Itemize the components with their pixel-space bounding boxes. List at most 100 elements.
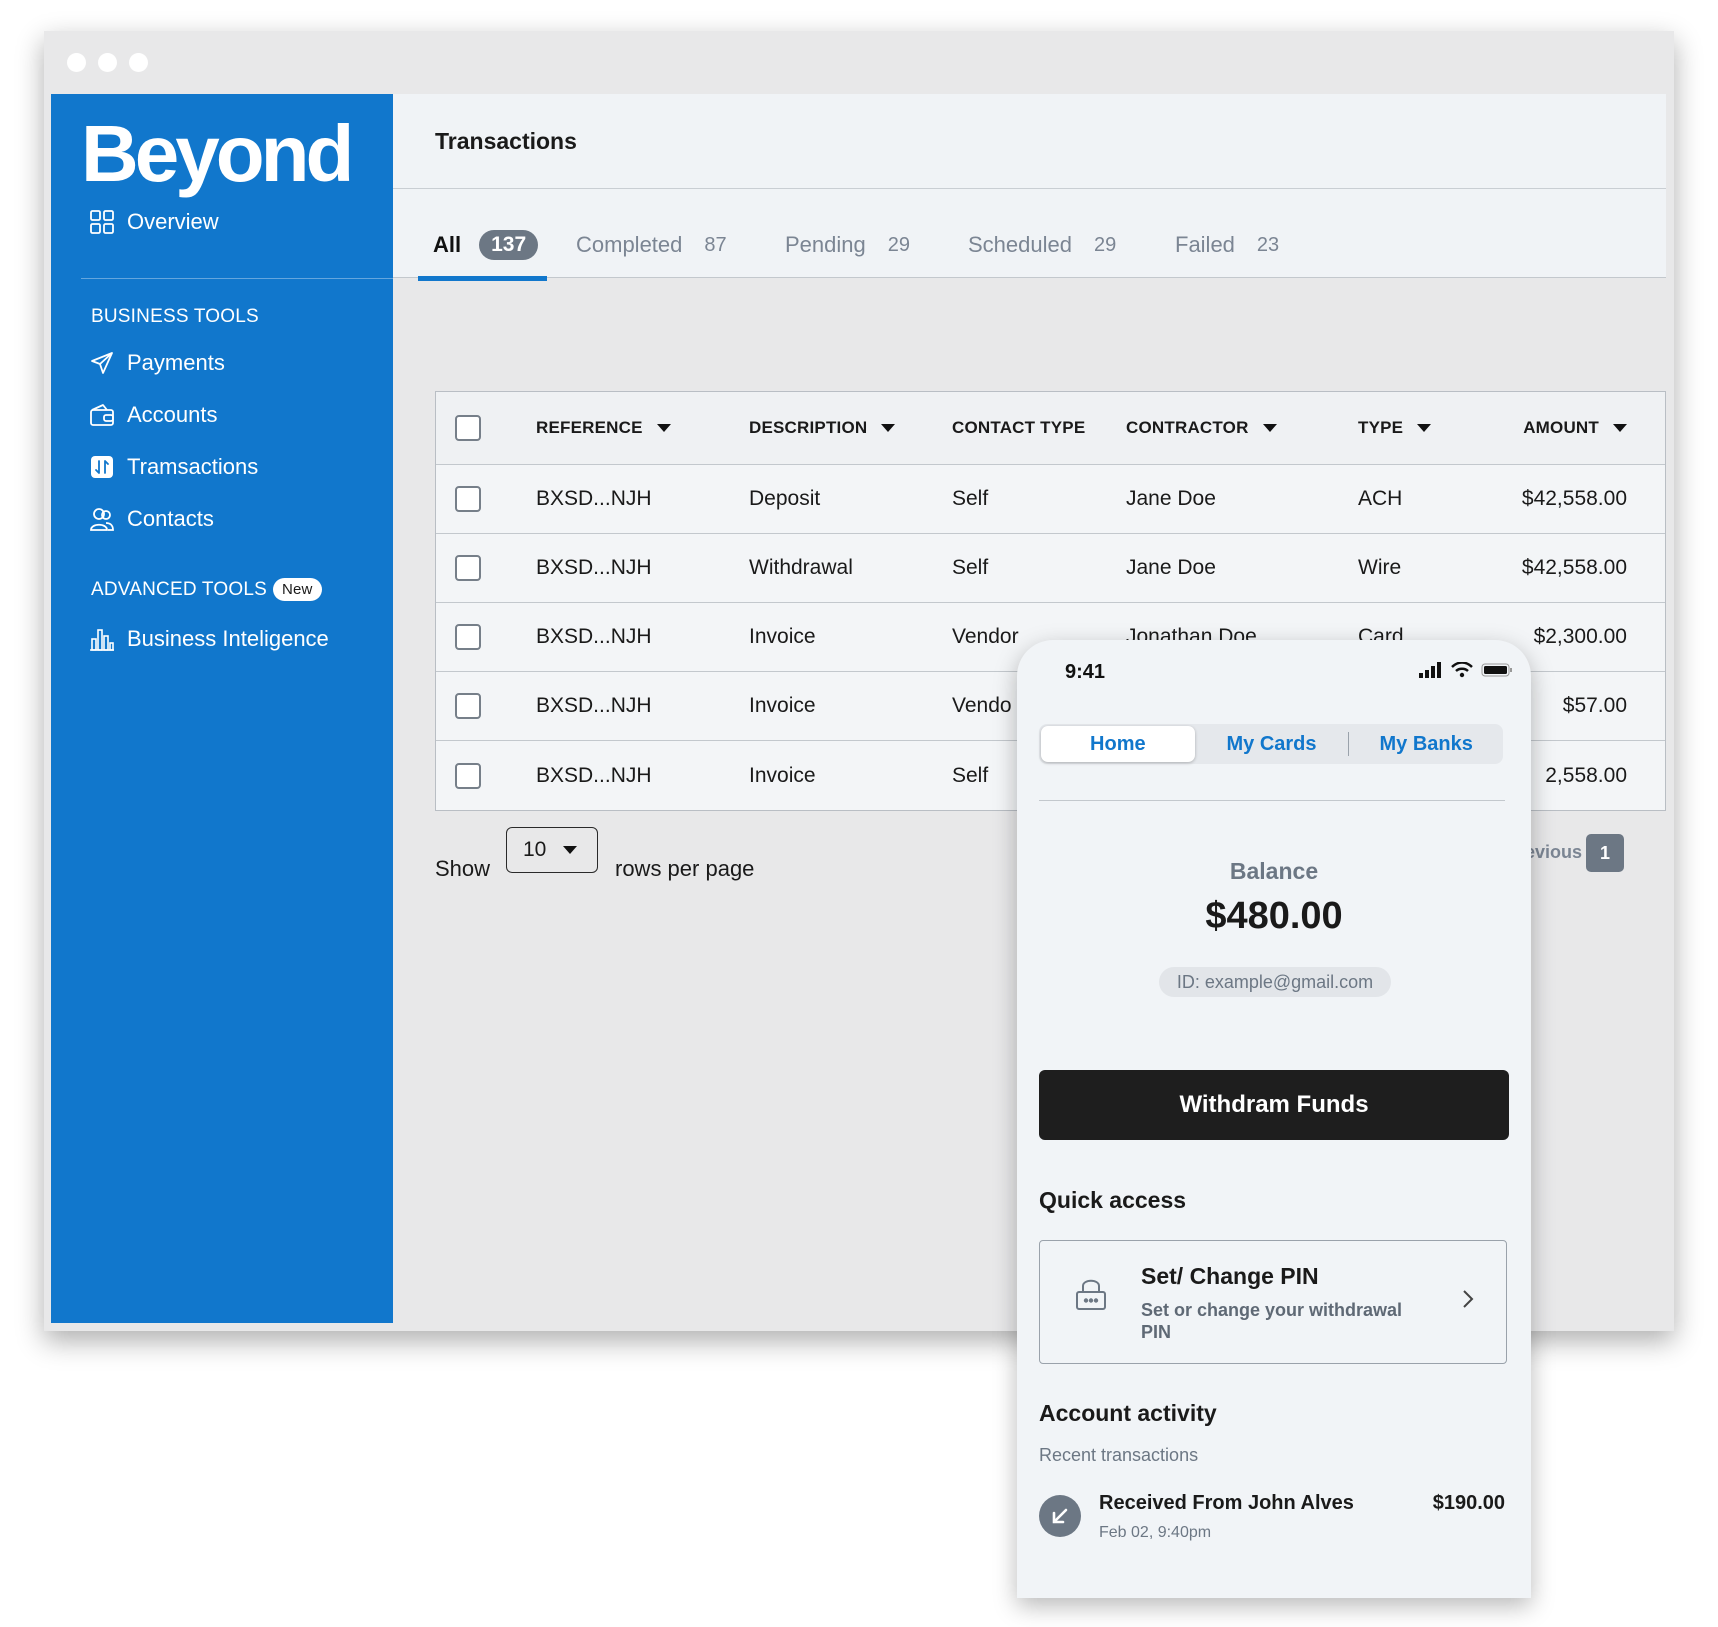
rows-per-page-select[interactable]: 10 [506, 827, 598, 873]
mobile-app-screen: 9:41 Home My Cards My Banks Balance $480… [1017, 640, 1531, 1598]
cell-contact-type: Self [952, 487, 989, 510]
cell-reference: BXSD...NJH [536, 556, 652, 579]
status-bar-time: 9:41 [1065, 661, 1106, 683]
advanced-tools-heading: ADVANCED TOOLS New [91, 578, 322, 601]
window-dot-maximize[interactable] [129, 53, 148, 72]
brand-logo[interactable]: Beyond [81, 114, 354, 194]
column-header-contact-type: CONTACT TYPE [952, 418, 1086, 437]
cell-reference: BXSD...NJH [536, 694, 652, 717]
sidebar-item-contacts[interactable]: Contacts [89, 504, 214, 534]
cell-type: ACH [1358, 487, 1403, 510]
sidebar-item-overview[interactable]: Overview [89, 207, 219, 237]
tab-count: 29 [1093, 233, 1117, 256]
sidebar: Beyond Overview BUSINESS TOOLS Payments … [51, 94, 393, 1323]
cell-amount: $42,558.00 [1521, 487, 1627, 510]
window-titlebar [44, 31, 1674, 94]
tab-count: 23 [1256, 233, 1280, 256]
sidebar-item-label: Accounts [127, 402, 218, 427]
send-icon [91, 352, 113, 374]
segment-home[interactable]: Home [1041, 726, 1195, 762]
column-header-description[interactable]: DESCRIPTION [749, 392, 896, 464]
tab-count-badge: 137 [479, 230, 539, 260]
pin-card-title: Set/ Change PIN [1141, 1263, 1319, 1289]
grid-icon [90, 210, 114, 234]
tab-label: All [433, 232, 462, 257]
sidebar-item-label: Overview [127, 209, 219, 234]
row-checkbox[interactable] [455, 693, 481, 719]
section-heading-text: ADVANCED TOOLS [91, 578, 267, 600]
select-all-checkbox[interactable] [455, 415, 481, 441]
column-header-amount[interactable]: AMOUNT [1523, 392, 1627, 464]
account-activity-title: Account activity [1039, 1400, 1217, 1426]
sidebar-item-transactions[interactable]: Tramsactions [89, 452, 258, 482]
tab-completed[interactable]: Completed 87 [576, 229, 727, 261]
column-header-contractor[interactable]: CONTRACTOR [1126, 392, 1277, 464]
arrow-down-left-icon [1039, 1495, 1081, 1537]
contacts-icon [90, 508, 114, 531]
rows-per-page-value: 10 [523, 838, 547, 861]
pin-card-subtitle: Set or change your withdrawal PIN [1141, 1300, 1403, 1342]
set-change-pin-card[interactable]: Set/ Change PIN Set or change your withd… [1039, 1240, 1507, 1364]
transaction-date: Feb 02, 9:40pm [1099, 1524, 1212, 1541]
sidebar-item-label: Contacts [127, 506, 214, 531]
cell-contact-type: Vendor [952, 625, 1019, 648]
tab-label: Failed [1175, 232, 1235, 257]
wallet-icon [90, 404, 114, 426]
column-header-reference[interactable]: REFERENCE [536, 392, 671, 464]
sidebar-item-business-intelligence[interactable]: Business Inteligence [89, 624, 329, 654]
page-title: Transactions [435, 128, 577, 154]
withdraw-funds-button[interactable]: Withdram Funds [1039, 1070, 1509, 1140]
balance-label: Balance [1229, 858, 1319, 884]
sidebar-item-label: Payments [127, 350, 225, 375]
cell-description: Invoice [749, 763, 816, 787]
wifi-icon [1451, 662, 1473, 678]
cell-amount: $42,558.00 [1521, 556, 1627, 579]
row-checkbox[interactable] [455, 486, 481, 512]
cell-amount: 2,558.00 [1545, 763, 1627, 787]
quick-access-title: Quick access [1039, 1187, 1187, 1213]
tab-label: Completed [576, 232, 683, 257]
sort-caret-icon [881, 424, 896, 432]
sort-caret-icon [1262, 424, 1277, 432]
page-1-button[interactable]: 1 [1586, 834, 1624, 872]
segment-my-cards[interactable]: My Cards [1195, 726, 1349, 762]
tab-pending[interactable]: Pending 29 [785, 229, 910, 261]
column-header-type[interactable]: TYPE [1358, 392, 1432, 464]
sidebar-item-label: Tramsactions [127, 454, 259, 479]
cell-contractor: Jane Doe [1126, 487, 1216, 510]
row-checkbox[interactable] [455, 762, 481, 789]
mobile-segment-control: Home My Cards My Banks [1039, 724, 1503, 764]
tab-all[interactable]: All 137 [433, 229, 539, 261]
sort-caret-icon [1613, 424, 1627, 432]
cell-type: Wire [1358, 556, 1402, 579]
window-dot-close[interactable] [67, 53, 86, 72]
sidebar-divider [81, 278, 393, 279]
table-row[interactable]: BXSD...NJH Deposit Self Jane Doe ACH $42… [436, 465, 1665, 534]
cell-reference: BXSD...NJH [536, 763, 652, 787]
transaction-amount: $190.00 [1432, 1492, 1505, 1514]
cell-description: Invoice [749, 625, 816, 648]
divider [1039, 800, 1505, 801]
sidebar-item-label: Business Inteligence [127, 626, 329, 651]
status-tabs: All 137 Completed 87 Pending 29 Schedule… [393, 189, 1666, 278]
sidebar-item-accounts[interactable]: Accounts [89, 400, 218, 430]
recent-transactions-label: Recent transactions [1039, 1445, 1199, 1465]
bar-chart-icon [90, 629, 114, 651]
tab-scheduled[interactable]: Scheduled 29 [968, 229, 1116, 261]
row-checkbox[interactable] [455, 624, 481, 650]
cell-contact-type: Vendo [952, 694, 1012, 717]
row-checkbox[interactable] [455, 555, 481, 581]
window-dot-minimize[interactable] [98, 53, 117, 72]
tab-failed[interactable]: Failed 23 [1175, 229, 1279, 261]
new-badge: New [272, 578, 322, 601]
sidebar-item-payments[interactable]: Payments [89, 348, 225, 378]
rows-per-page-label: rows per page [615, 856, 755, 881]
segment-my-banks[interactable]: My Banks [1349, 726, 1503, 762]
cell-contractor: Jane Doe [1126, 556, 1216, 579]
business-tools-heading: BUSINESS TOOLS [91, 306, 259, 328]
table-row[interactable]: BXSD...NJH Withdrawal Self Jane Doe Wire… [436, 534, 1665, 603]
transaction-title[interactable]: Received From John Alves [1099, 1492, 1354, 1515]
section-heading-text: BUSINESS TOOLS [91, 306, 259, 327]
show-label: Show [435, 856, 491, 881]
battery-icon [1481, 663, 1512, 677]
